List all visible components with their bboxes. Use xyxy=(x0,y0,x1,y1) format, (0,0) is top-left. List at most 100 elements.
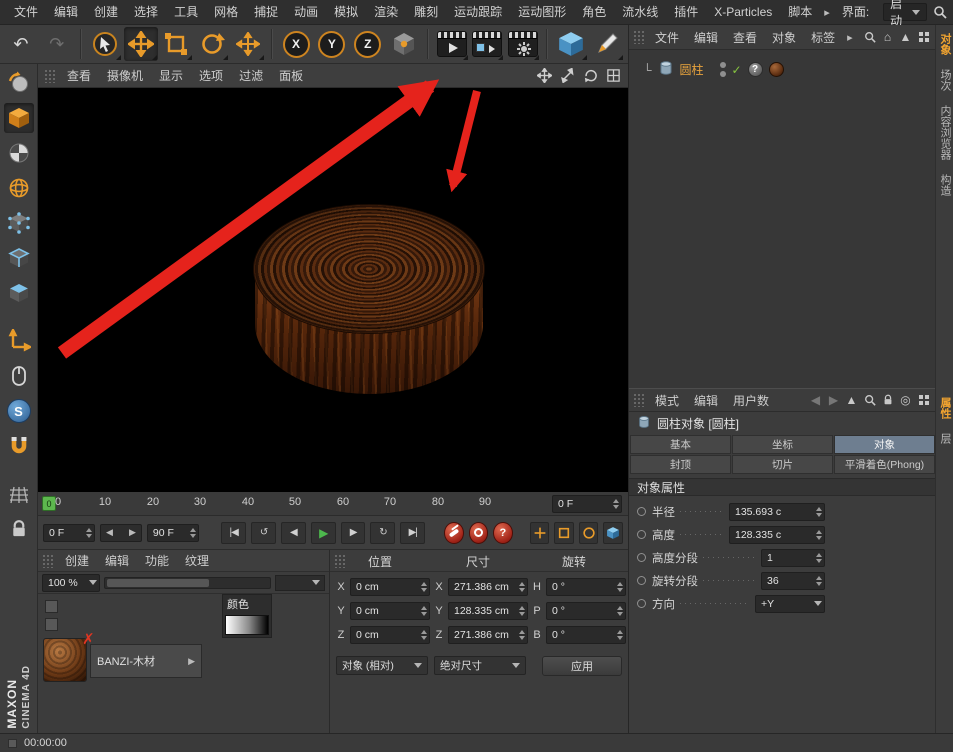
spinner[interactable] xyxy=(617,606,623,616)
object-row[interactable]: └ 圆柱 ✓ ? xyxy=(629,50,936,79)
rotation-h-field[interactable]: 0 ° xyxy=(546,578,626,596)
material-folder-icon[interactable] xyxy=(45,618,58,631)
render-settings-button[interactable] xyxy=(506,27,540,61)
material-scrollbar[interactable] xyxy=(104,577,271,589)
object-name[interactable]: 圆柱 xyxy=(680,61,704,78)
texture-mode-icon[interactable] xyxy=(4,138,34,168)
menu-xparticles[interactable]: X-Particles xyxy=(706,0,780,24)
side-tab-attributes[interactable]: 属性 xyxy=(937,393,952,423)
radius-field[interactable]: 135.693 c xyxy=(729,503,825,521)
spinner[interactable] xyxy=(519,582,525,592)
apply-button[interactable]: 应用 xyxy=(542,656,622,676)
zoom-view-icon[interactable] xyxy=(558,67,576,85)
viewport-solo-icon[interactable] xyxy=(4,361,34,391)
live-selection-tool[interactable] xyxy=(88,27,122,61)
play-button[interactable]: ▶ xyxy=(311,522,336,544)
search-icon[interactable] xyxy=(861,29,878,46)
panel-grip-icon[interactable] xyxy=(42,554,54,568)
height-field[interactable]: 128.335 c xyxy=(729,526,825,544)
rotation-b-field[interactable]: 0 ° xyxy=(546,626,626,644)
rotation-segments-spinner[interactable] xyxy=(816,576,822,586)
spinner[interactable] xyxy=(519,630,525,640)
transform-mode-dropdown[interactable]: 对象 (相对) xyxy=(336,656,428,675)
start-frame-field[interactable]: 0 F xyxy=(43,524,95,542)
undo-button[interactable]: ↶ xyxy=(4,27,38,61)
edges-mode-icon[interactable] xyxy=(4,243,34,273)
vp-menu-filter[interactable]: 过滤 xyxy=(232,67,270,84)
om-menu-file[interactable]: 文件 xyxy=(648,29,686,46)
previous-key-button[interactable]: ↺ xyxy=(251,522,276,544)
keyframe-selection-button[interactable]: ? xyxy=(493,522,513,544)
mat-menu-create[interactable]: 创建 xyxy=(58,552,96,569)
record-parameter-toggle[interactable] xyxy=(603,522,623,544)
mat-menu-texture[interactable]: 纹理 xyxy=(178,552,216,569)
side-tab-content-browser[interactable]: 内容浏览器 xyxy=(937,101,952,164)
rotation-segments-field[interactable]: 36 xyxy=(761,572,825,590)
vp-menu-panel[interactable]: 面板 xyxy=(272,67,310,84)
go-to-end-button[interactable]: ▶| xyxy=(400,522,425,544)
menu-motion-tracker[interactable]: 运动跟踪 xyxy=(446,0,510,24)
record-rotation-toggle[interactable] xyxy=(579,522,599,544)
render-view-button[interactable] xyxy=(435,27,469,61)
wood-cylinder-object[interactable] xyxy=(253,204,485,396)
next-key-button[interactable]: ↻ xyxy=(370,522,395,544)
panel-grip-icon[interactable] xyxy=(44,69,56,83)
position-z-field[interactable]: 0 cm xyxy=(350,626,430,644)
menu-character[interactable]: 角色 xyxy=(574,0,614,24)
viewport-canvas[interactable] xyxy=(38,88,628,492)
add-primitive-cube-button[interactable] xyxy=(554,27,588,61)
workplane-mode-icon[interactable] xyxy=(4,173,34,203)
go-to-start-button[interactable]: |◀ xyxy=(221,522,246,544)
spinner[interactable] xyxy=(519,606,525,616)
panel-grip-icon[interactable] xyxy=(633,30,645,44)
lock-y-axis-button[interactable]: Y xyxy=(315,27,349,61)
next-frame-button[interactable]: ▶ xyxy=(341,522,366,544)
menu-animate[interactable]: 动画 xyxy=(286,0,326,24)
size-z-field[interactable]: 271.386 cm xyxy=(448,626,528,644)
spinner[interactable] xyxy=(421,582,427,592)
menu-mograph[interactable]: 运动图形 xyxy=(510,0,574,24)
scale-tool[interactable] xyxy=(160,27,194,61)
height-segments-anim-dot[interactable] xyxy=(637,553,646,562)
make-editable-icon[interactable] xyxy=(4,68,34,98)
rotation-p-field[interactable]: 0 ° xyxy=(546,602,626,620)
tab-phong[interactable]: 平滑着色(Phong) xyxy=(834,455,935,474)
vp-menu-display[interactable]: 显示 xyxy=(152,67,190,84)
menu-sculpt[interactable]: 雕刻 xyxy=(406,0,446,24)
lock-x-axis-button[interactable]: X xyxy=(279,27,313,61)
lock-workplane-icon[interactable] xyxy=(4,514,34,544)
tab-object[interactable]: 对象 xyxy=(834,435,935,454)
target-icon[interactable]: ◎ xyxy=(897,392,914,409)
height-segments-spinner[interactable] xyxy=(816,553,822,563)
side-tab-takes[interactable]: 场次 xyxy=(937,65,952,95)
menu-render[interactable]: 渲染 xyxy=(366,0,406,24)
toggle-view-icon[interactable] xyxy=(604,67,622,85)
range-right-icon[interactable]: ▶ xyxy=(129,527,136,538)
range-nav[interactable]: ◀ ▶ xyxy=(100,524,142,542)
material-name-box[interactable]: BANZI-木材 ▶ xyxy=(90,644,202,678)
om-menu-view[interactable]: 查看 xyxy=(726,29,764,46)
end-frame-spinner[interactable] xyxy=(190,528,196,538)
pan-view-icon[interactable] xyxy=(535,67,553,85)
om-menu-objects[interactable]: 对象 xyxy=(765,29,803,46)
spinner[interactable] xyxy=(421,606,427,616)
om-menu-tags[interactable]: 标签 xyxy=(804,29,842,46)
object-manager-list[interactable]: └ 圆柱 ✓ ? xyxy=(629,50,936,388)
height-segments-field[interactable]: 1 xyxy=(761,549,825,567)
menu-plugins[interactable]: 插件 xyxy=(666,0,706,24)
am-menu-mode[interactable]: 模式 xyxy=(648,392,686,409)
size-y-field[interactable]: 128.335 cm xyxy=(448,602,528,620)
panel-grip-icon[interactable] xyxy=(334,554,346,568)
vp-menu-view[interactable]: 查看 xyxy=(60,67,98,84)
autokey-button[interactable] xyxy=(469,522,489,544)
spinner[interactable] xyxy=(617,630,623,640)
scrollbar-thumb[interactable] xyxy=(107,579,209,587)
material-preview-sphere[interactable] xyxy=(43,638,87,682)
frame-spinner[interactable] xyxy=(613,499,619,509)
layout-grid-icon[interactable] xyxy=(915,392,932,409)
enable-axis-icon[interactable] xyxy=(4,326,34,356)
menu-script[interactable]: 脚本 xyxy=(780,0,820,24)
position-x-field[interactable]: 0 cm xyxy=(350,578,430,596)
last-used-tool[interactable] xyxy=(231,27,265,61)
current-frame-field[interactable]: 0 F xyxy=(552,495,622,513)
